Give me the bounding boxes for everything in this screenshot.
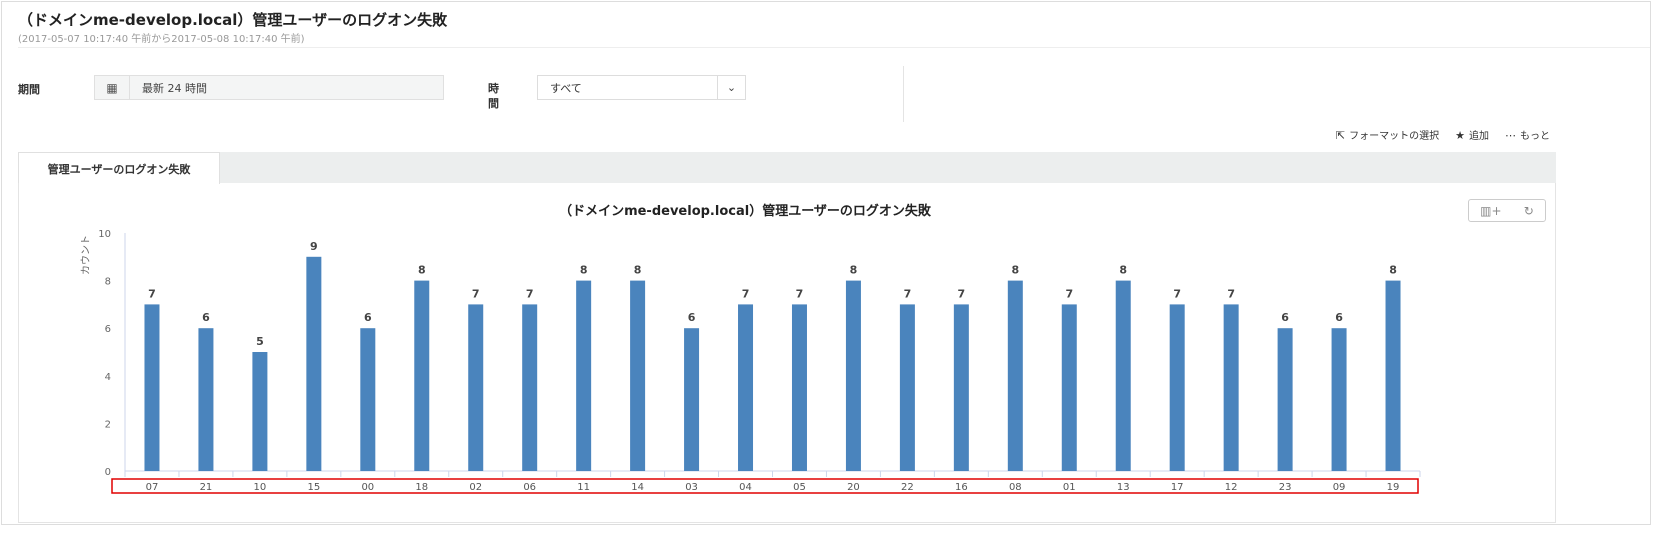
- bar: [630, 280, 646, 471]
- data-label: 6: [1281, 311, 1289, 324]
- data-label: 8: [634, 264, 642, 277]
- bar: [1385, 280, 1401, 471]
- x-tick-label: 09: [1333, 482, 1346, 493]
- data-label: 6: [364, 311, 372, 324]
- bar: [576, 280, 592, 471]
- data-label: 7: [1227, 287, 1235, 300]
- x-tick-label: 01: [1063, 482, 1076, 493]
- bar: [1007, 280, 1023, 471]
- data-label: 5: [256, 335, 264, 348]
- data-label: 7: [1173, 287, 1181, 300]
- x-tick-label: 21: [200, 482, 213, 493]
- data-label: 7: [904, 287, 912, 300]
- data-label: 7: [1065, 287, 1073, 300]
- x-tick-label: 12: [1225, 482, 1238, 493]
- x-tick-label: 23: [1279, 482, 1292, 493]
- x-tick-label: 03: [685, 482, 698, 493]
- x-tick-label: 18: [415, 482, 428, 493]
- data-label: 8: [580, 264, 588, 277]
- y-axis-label: カウント: [80, 235, 92, 275]
- bar: [414, 280, 430, 471]
- bar: [468, 304, 484, 471]
- bar: [522, 304, 538, 471]
- x-tick-label: 20: [847, 482, 860, 493]
- x-tick-label: 14: [631, 482, 644, 493]
- bar: [1277, 328, 1293, 471]
- x-tick-label: 08: [1009, 482, 1022, 493]
- bar: [953, 304, 969, 471]
- bar: [144, 304, 160, 471]
- data-label: 7: [526, 287, 534, 300]
- bar: [738, 304, 754, 471]
- bar: [845, 280, 861, 471]
- bar: [198, 328, 214, 471]
- data-label: 6: [1335, 311, 1343, 324]
- y-tick-label: 6: [105, 324, 111, 335]
- x-tick-label: 11: [577, 482, 590, 493]
- data-label: 8: [418, 264, 426, 277]
- data-label: 7: [472, 287, 480, 300]
- x-tick-label: 22: [901, 482, 914, 493]
- bar-chart: 0246810カウント70762151091560081870270681181…: [80, 229, 1421, 494]
- x-tick-label: 02: [469, 482, 482, 493]
- bar: [899, 304, 915, 471]
- bar: [1331, 328, 1347, 471]
- x-tick-label: 19: [1387, 482, 1400, 493]
- data-label: 6: [202, 311, 210, 324]
- data-label: 7: [148, 287, 156, 300]
- y-tick-label: 0: [105, 467, 111, 478]
- x-tick-label: 07: [146, 482, 159, 493]
- bar: [252, 352, 268, 471]
- data-label: 8: [1011, 264, 1019, 277]
- y-tick-label: 2: [105, 419, 111, 430]
- data-label: 8: [850, 264, 858, 277]
- x-tick-label: 00: [361, 482, 374, 493]
- data-label: 7: [742, 287, 750, 300]
- x-tick-label: 15: [307, 482, 320, 493]
- data-label: 8: [1389, 264, 1397, 277]
- x-tick-label: 17: [1171, 482, 1184, 493]
- bar: [1169, 304, 1185, 471]
- x-tick-label: 10: [254, 482, 267, 493]
- x-tick-label: 13: [1117, 482, 1130, 493]
- y-tick-label: 4: [105, 372, 111, 383]
- data-label: 7: [796, 287, 804, 300]
- bar: [360, 328, 376, 471]
- data-label: 8: [1119, 264, 1127, 277]
- data-label: 6: [688, 311, 696, 324]
- bar: [1061, 304, 1077, 471]
- bar: [1115, 280, 1131, 471]
- y-tick-label: 10: [98, 229, 111, 240]
- bar: [306, 256, 322, 471]
- x-tick-label: 05: [793, 482, 806, 493]
- x-tick-label: 06: [523, 482, 536, 493]
- y-tick-label: 8: [105, 277, 111, 288]
- x-tick-label: 16: [955, 482, 968, 493]
- x-tick-label: 04: [739, 482, 752, 493]
- data-label: 9: [310, 240, 318, 253]
- data-label: 7: [958, 287, 966, 300]
- bar: [684, 328, 700, 471]
- bar: [791, 304, 807, 471]
- bar: [1223, 304, 1239, 471]
